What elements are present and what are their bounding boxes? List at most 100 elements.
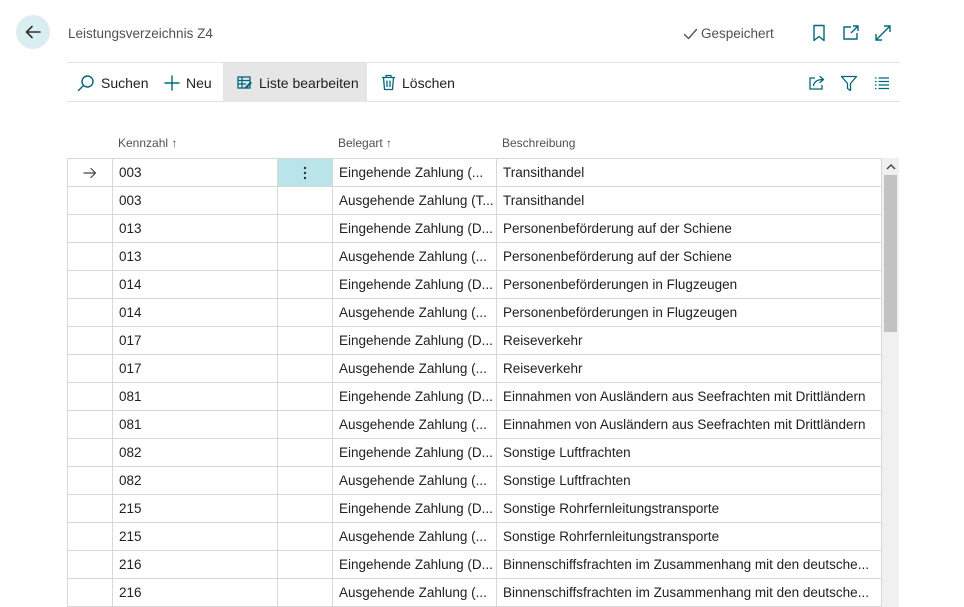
cell-kennzahl[interactable]: 017 — [113, 327, 278, 354]
expand-button[interactable] — [873, 23, 893, 43]
cell-beschreibung[interactable]: Personenbeförderungen in Flugzeugen — [497, 299, 881, 326]
table-row[interactable]: 014 Ausgehende Zahlung (... Personenbeförd… — [68, 299, 881, 327]
row-actions-cell[interactable] — [278, 551, 333, 578]
scroll-up-button[interactable] — [882, 158, 899, 174]
row-selector[interactable] — [68, 411, 113, 438]
cell-belegart[interactable]: Ausgehende Zahlung (... — [333, 243, 497, 270]
row-actions-cell[interactable] — [278, 187, 333, 214]
open-new-window-button[interactable] — [841, 23, 861, 43]
cell-beschreibung[interactable]: Reiseverkehr — [497, 327, 881, 354]
cell-beschreibung[interactable]: Sonstige Luftfrachten — [497, 439, 881, 466]
cell-belegart[interactable]: Eingehende Zahlung (... — [333, 159, 497, 186]
new-button[interactable]: Neu — [164, 63, 212, 102]
filter-button[interactable] — [839, 73, 859, 93]
cell-kennzahl[interactable]: 013 — [113, 243, 278, 270]
search-button[interactable]: Suchen — [77, 63, 148, 102]
table-row[interactable]: 216 Ausgehende Zahlung (... Binnenschiffsf… — [68, 579, 881, 607]
row-actions-cell[interactable] — [278, 271, 333, 298]
cell-belegart[interactable]: Eingehende Zahlung (D... — [333, 551, 497, 578]
cell-kennzahl[interactable]: 216 — [113, 579, 278, 606]
scrollbar-thumb[interactable] — [884, 175, 897, 332]
cell-belegart[interactable]: Eingehende Zahlung (D... — [333, 215, 497, 242]
cell-belegart[interactable]: Eingehende Zahlung (D... — [333, 495, 497, 522]
table-row[interactable]: 017 Ausgehende Zahlung (... Reiseverkehr — [68, 355, 881, 383]
row-selector[interactable] — [68, 271, 113, 298]
table-row[interactable]: 081 Eingehende Zahlung (D... Einnahmen von… — [68, 383, 881, 411]
cell-beschreibung[interactable]: Transithandel — [497, 159, 881, 186]
cell-beschreibung[interactable]: Sonstige Luftfrachten — [497, 467, 881, 494]
cell-beschreibung[interactable]: Personenbeförderung auf der Schiene — [497, 215, 881, 242]
row-actions-cell[interactable] — [278, 579, 333, 606]
row-selector[interactable] — [68, 159, 113, 186]
row-actions-cell[interactable] — [278, 299, 333, 326]
cell-kennzahl[interactable]: 014 — [113, 299, 278, 326]
cell-belegart[interactable]: Ausgehende Zahlung (... — [333, 355, 497, 382]
table-row[interactable]: 003 Eingehende Zahlung (... Transithandel — [68, 159, 881, 187]
cell-belegart[interactable]: Ausgehende Zahlung (T... — [333, 187, 497, 214]
row-selector[interactable] — [68, 523, 113, 550]
delete-button[interactable]: Löschen — [381, 63, 455, 102]
bookmark-button[interactable] — [809, 23, 829, 43]
row-selector[interactable] — [68, 439, 113, 466]
column-header-belegart[interactable]: Belegart ↑ — [338, 136, 392, 150]
cell-kennzahl[interactable]: 003 — [113, 159, 278, 186]
share-button[interactable] — [807, 73, 827, 93]
table-row[interactable]: 082 Eingehende Zahlung (D... Sonstige Luft… — [68, 439, 881, 467]
cell-beschreibung[interactable]: Einnahmen von Ausländern aus Seefrachten… — [497, 411, 881, 438]
cell-belegart[interactable]: Eingehende Zahlung (D... — [333, 327, 497, 354]
cell-kennzahl[interactable]: 013 — [113, 215, 278, 242]
table-row[interactable]: 003 Ausgehende Zahlung (T... Transithandel — [68, 187, 881, 215]
more-options-icon[interactable] — [303, 166, 307, 180]
row-actions-cell[interactable] — [278, 355, 333, 382]
cell-kennzahl[interactable]: 215 — [113, 523, 278, 550]
cell-belegart[interactable]: Ausgehende Zahlung (... — [333, 411, 497, 438]
row-selector[interactable] — [68, 299, 113, 326]
back-button[interactable] — [16, 15, 50, 49]
row-actions-cell[interactable] — [278, 439, 333, 466]
cell-kennzahl[interactable]: 215 — [113, 495, 278, 522]
table-row[interactable]: 082 Ausgehende Zahlung (... Sonstige Luftf… — [68, 467, 881, 495]
vertical-scrollbar[interactable] — [882, 158, 899, 607]
row-actions-cell[interactable] — [278, 159, 333, 186]
table-row[interactable]: 081 Ausgehende Zahlung (... Einnahmen von … — [68, 411, 881, 439]
row-selector[interactable] — [68, 355, 113, 382]
cell-kennzahl[interactable]: 082 — [113, 467, 278, 494]
row-actions-cell[interactable] — [278, 327, 333, 354]
column-header-kennzahl[interactable]: Kennzahl ↑ — [118, 136, 177, 150]
cell-beschreibung[interactable]: Sonstige Rohrfernleitungstransporte — [497, 495, 881, 522]
cell-beschreibung[interactable]: Transithandel — [497, 187, 881, 214]
cell-beschreibung[interactable]: Binnenschiffsfrachten im Zusammenhang mi… — [497, 551, 881, 578]
cell-beschreibung[interactable]: Personenbeförderungen in Flugzeugen — [497, 271, 881, 298]
row-selector[interactable] — [68, 243, 113, 270]
row-actions-cell[interactable] — [278, 411, 333, 438]
cell-belegart[interactable]: Ausgehende Zahlung (... — [333, 467, 497, 494]
cell-belegart[interactable]: Ausgehende Zahlung (... — [333, 523, 497, 550]
row-actions-cell[interactable] — [278, 243, 333, 270]
edit-list-button[interactable]: Liste bearbeiten — [223, 63, 367, 102]
cell-beschreibung[interactable]: Personenbeförderung auf der Schiene — [497, 243, 881, 270]
table-row[interactable]: 013 Eingehende Zahlung (D... Personenbeför… — [68, 215, 881, 243]
row-selector[interactable] — [68, 383, 113, 410]
table-row[interactable]: 216 Eingehende Zahlung (D... Binnenschiffs… — [68, 551, 881, 579]
row-selector[interactable] — [68, 187, 113, 214]
cell-kennzahl[interactable]: 014 — [113, 271, 278, 298]
cell-kennzahl[interactable]: 216 — [113, 551, 278, 578]
table-row[interactable]: 215 Ausgehende Zahlung (... Sonstige Rohrf… — [68, 523, 881, 551]
cell-beschreibung[interactable]: Binnenschiffsfrachten im Zusammenhang mi… — [497, 579, 881, 606]
cell-kennzahl[interactable]: 081 — [113, 383, 278, 410]
row-actions-cell[interactable] — [278, 383, 333, 410]
cell-kennzahl[interactable]: 003 — [113, 187, 278, 214]
cell-kennzahl[interactable]: 017 — [113, 355, 278, 382]
table-row[interactable]: 014 Eingehende Zahlung (D... Personenbeför… — [68, 271, 881, 299]
cell-beschreibung[interactable]: Einnahmen von Ausländern aus Seefrachten… — [497, 383, 881, 410]
cell-kennzahl[interactable]: 081 — [113, 411, 278, 438]
row-selector[interactable] — [68, 327, 113, 354]
column-header-beschreibung[interactable]: Beschreibung — [502, 136, 575, 150]
list-view-button[interactable] — [872, 73, 892, 93]
row-selector[interactable] — [68, 467, 113, 494]
table-row[interactable]: 013 Ausgehende Zahlung (... Personenbeförd… — [68, 243, 881, 271]
row-actions-cell[interactable] — [278, 467, 333, 494]
table-row[interactable]: 215 Eingehende Zahlung (D... Sonstige Rohr… — [68, 495, 881, 523]
cell-belegart[interactable]: Ausgehende Zahlung (... — [333, 299, 497, 326]
cell-belegart[interactable]: Eingehende Zahlung (D... — [333, 439, 497, 466]
